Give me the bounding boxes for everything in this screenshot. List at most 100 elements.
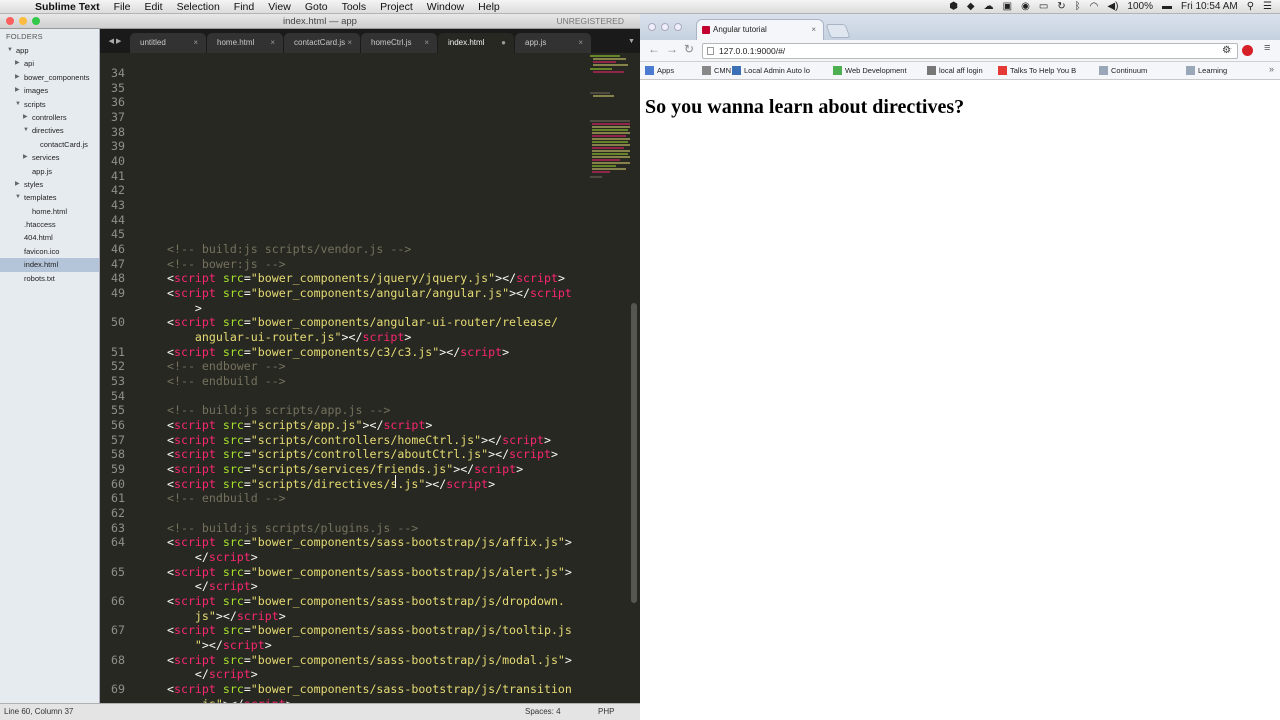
battery-percent[interactable]: 100% xyxy=(1127,1,1153,12)
menu-find[interactable]: Find xyxy=(227,1,261,13)
tab-close-icon[interactable]: × xyxy=(193,33,198,53)
tab-close-icon[interactable]: × xyxy=(347,33,352,53)
code-line[interactable]: <script src="bower_components/sass-boots… xyxy=(167,623,572,637)
code-line[interactable]: <!-- bower:js --> xyxy=(167,257,286,271)
bluetooth-icon[interactable]: ᛒ xyxy=(1075,1,1081,12)
folder-expanded-icon[interactable]: ▼ xyxy=(15,98,21,111)
menu-window[interactable]: Window xyxy=(420,1,471,13)
bookmark-item[interactable]: Web Development xyxy=(833,62,907,79)
tree-item[interactable]: ▶ api xyxy=(0,57,99,70)
code-line[interactable]: js"></script> xyxy=(167,609,286,623)
notifications-icon[interactable]: ☰ xyxy=(1263,1,1272,12)
address-bar[interactable]: 127.0.0.1:9000/#/ ☆ xyxy=(702,43,1238,59)
tree-item[interactable]: ▶ styles xyxy=(0,178,99,191)
menu-file[interactable]: File xyxy=(107,1,138,13)
folder-collapsed-icon[interactable]: ▶ xyxy=(23,111,28,124)
tree-item[interactable]: ▼ scripts xyxy=(0,98,99,111)
tab-dropdown-icon[interactable]: ▼ xyxy=(628,31,640,53)
minimize-window-icon[interactable] xyxy=(661,23,669,31)
bookmark-item[interactable]: Local Admin Auto lo xyxy=(732,62,810,79)
tree-item[interactable]: favicon.ico xyxy=(0,245,99,258)
extension-icon[interactable]: ⚙ xyxy=(1222,45,1231,56)
screen-icon[interactable]: ▣ xyxy=(1003,1,1012,12)
bookmark-item[interactable]: local aff login xyxy=(927,62,983,79)
bookmark-item[interactable]: Talks To Help You B xyxy=(998,62,1076,79)
tree-item[interactable]: contactCard.js xyxy=(0,138,99,151)
battery-icon[interactable]: ▬ xyxy=(1162,1,1172,12)
tree-item[interactable]: index.html xyxy=(0,258,99,272)
menu-project[interactable]: Project xyxy=(373,1,420,13)
menu-help[interactable]: Help xyxy=(471,1,507,13)
code-line[interactable]: <!-- build:js scripts/vendor.js --> xyxy=(167,242,411,256)
tree-item[interactable]: ▶ controllers xyxy=(0,111,99,124)
code-editor[interactable]: 34 35 36 37 38 39 40 41 42 43 44 45 46 47 48 49 50 51 52 53… xyxy=(100,53,640,711)
spotlight-icon[interactable]: ⚲ xyxy=(1247,1,1254,12)
code-line[interactable]: </script> xyxy=(167,579,258,593)
code-line[interactable]: <script src="bower_components/sass-boots… xyxy=(167,594,565,608)
code-line[interactable]: "></script> xyxy=(167,638,272,652)
code-line[interactable]: <script src="bower_components/sass-boots… xyxy=(167,682,572,696)
folder-expanded-icon[interactable]: ▼ xyxy=(23,124,29,137)
code-line[interactable]: </script> xyxy=(167,550,258,564)
record-icon[interactable]: ◉ xyxy=(1021,1,1030,12)
wifi-icon[interactable]: ◠ xyxy=(1090,1,1099,12)
code-line[interactable]: <!-- build:js scripts/plugins.js --> xyxy=(167,521,418,535)
folder-expanded-icon[interactable]: ▼ xyxy=(7,44,13,57)
tree-item[interactable]: ▶ bower_components xyxy=(0,71,99,84)
code-line[interactable]: <script src="scripts/controllers/homeCtr… xyxy=(167,433,551,447)
extension-record-icon[interactable] xyxy=(1242,45,1253,56)
folder-collapsed-icon[interactable]: ▶ xyxy=(15,178,20,191)
code-line[interactable]: <!-- build:js scripts/app.js --> xyxy=(167,403,390,417)
browser-tab[interactable]: Angular tutorial × xyxy=(696,19,824,40)
close-tab-icon[interactable]: × xyxy=(811,20,816,40)
code-line[interactable]: <script src="scripts/controllers/aboutCt… xyxy=(167,447,558,461)
tree-item[interactable]: .htaccess xyxy=(0,218,99,231)
minimize-window-icon[interactable] xyxy=(19,17,27,25)
clock[interactable]: Fri 10:54 AM xyxy=(1181,1,1238,12)
tab-homectrl-js[interactable]: homeCtrl.js × xyxy=(361,33,437,53)
folder-collapsed-icon[interactable]: ▶ xyxy=(15,57,20,70)
code-line[interactable]: <!-- endbower --> xyxy=(167,359,286,373)
code-line[interactable]: <script src="bower_components/sass-boots… xyxy=(167,535,572,549)
folder-collapsed-icon[interactable]: ▶ xyxy=(15,71,20,84)
tree-item[interactable]: ▼ templates xyxy=(0,191,99,204)
tab-nav-arrows-icon[interactable]: ◀ ▶ xyxy=(100,31,130,53)
code-line[interactable]: <script src="scripts/app.js"></script> xyxy=(167,418,432,432)
more-bookmarks-icon[interactable]: » xyxy=(1269,64,1274,74)
tab-close-icon[interactable]: × xyxy=(270,33,275,53)
close-window-icon[interactable] xyxy=(6,17,14,25)
code-line[interactable]: </script> xyxy=(167,667,258,681)
chrome-menu-icon[interactable]: ≡ xyxy=(1264,42,1270,54)
code-line[interactable]: <script src="scripts/directives/s.js"></… xyxy=(167,477,495,491)
code-line[interactable]: <script src="bower_components/jquery/jqu… xyxy=(167,271,565,285)
code-line[interactable]: angular-ui-router.js"></script> xyxy=(167,330,411,344)
cloud-icon[interactable]: ☁ xyxy=(984,1,994,12)
display-icon[interactable]: ▭ xyxy=(1039,1,1048,12)
evernote-icon[interactable]: ⬢ xyxy=(949,1,958,12)
bookmark-item[interactable]: Continuum xyxy=(1099,62,1147,79)
tree-item[interactable]: robots.txt xyxy=(0,272,99,285)
tree-item[interactable]: ▶ images xyxy=(0,84,99,97)
tree-item[interactable]: ▼ directives xyxy=(0,124,99,137)
code-line[interactable]: <script src="scripts/services/friends.js… xyxy=(167,462,523,476)
tree-item[interactable]: app.js xyxy=(0,165,99,178)
reload-icon[interactable]: ↻ xyxy=(684,42,694,56)
code-line[interactable]: <script src="bower_components/sass-boots… xyxy=(167,565,572,579)
dropbox-icon[interactable]: ◆ xyxy=(967,1,975,12)
tab-home-html[interactable]: home.html × xyxy=(207,33,283,53)
tab-modified-dot-icon[interactable]: ● xyxy=(501,33,506,53)
menu-goto[interactable]: Goto xyxy=(298,1,335,13)
code-line[interactable]: <!-- endbuild --> xyxy=(167,374,286,388)
folder-expanded-icon[interactable]: ▼ xyxy=(15,191,21,204)
tree-item[interactable]: home.html xyxy=(0,205,99,218)
tab-index-html[interactable]: index.html ● xyxy=(438,33,514,53)
syntax-mode[interactable]: PHP xyxy=(598,704,614,720)
menu-tools[interactable]: Tools xyxy=(335,1,374,13)
folder-collapsed-icon[interactable]: ▶ xyxy=(15,84,20,97)
tab-close-icon[interactable]: × xyxy=(578,33,583,53)
menu-view[interactable]: View xyxy=(261,1,298,13)
code-line[interactable]: > xyxy=(167,301,202,315)
back-icon[interactable]: ← xyxy=(648,42,660,56)
menu-selection[interactable]: Selection xyxy=(170,1,227,13)
tree-item[interactable]: ▶ services xyxy=(0,151,99,164)
